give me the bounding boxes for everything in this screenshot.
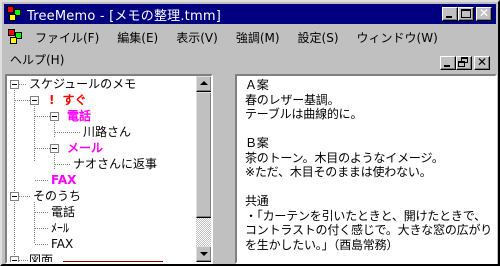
mdi-close-button[interactable]: ✕ (474, 55, 490, 70)
window-title: TreeMemo - [メモの整理.tmm] (27, 8, 221, 24)
tree-node-fax-2[interactable]: FAX (51, 236, 73, 252)
minimize-icon (446, 16, 452, 18)
tree-node-label: すぐ (62, 93, 87, 107)
minimize-button[interactable] (442, 7, 458, 21)
tree-node-someday[interactable]: そのうち (33, 188, 81, 204)
scroll-down-button[interactable] (196, 246, 211, 262)
app-window: TreeMemo - [メモの整理.tmm] ✕ ファイル(F) 編集(E) 表… (0, 0, 500, 266)
menu-row-1: ファイル(F) 編集(E) 表示(V) 強調(M) 設定(S) ウィンドウ(W) (4, 28, 447, 46)
title-bar[interactable]: TreeMemo - [メモの整理.tmm] ✕ (4, 4, 496, 24)
tree-node-schedule-memo[interactable]: スケジュールのメモ (29, 76, 136, 92)
menu-window[interactable]: ウィンドウ(W) (348, 29, 447, 46)
collapse-toggle[interactable] (50, 144, 59, 153)
collapse-toggle[interactable] (10, 192, 19, 201)
mdi-minimize-button[interactable] (440, 56, 456, 70)
tree-node-drawings[interactable]: 図面 (29, 252, 53, 262)
collapse-toggle[interactable] (10, 256, 19, 262)
tree-node-kawaji[interactable]: 川路さん (83, 124, 131, 140)
tree-node-fax[interactable]: FAX (51, 172, 76, 188)
menu-emphasis[interactable]: 強調(M) (227, 29, 289, 46)
close-icon: ✕ (478, 6, 490, 20)
exclamation-icon: ! (49, 93, 55, 107)
maximize-icon (461, 9, 471, 18)
tree-node-mail[interactable]: メール (67, 140, 103, 156)
tree-pane[interactable]: スケジュールのメモ ! すぐ 電話 川路さん メール ナオさんに返事 FAX その… (5, 74, 213, 264)
collapse-toggle[interactable] (30, 96, 39, 105)
mdi-restore-button[interactable] (456, 56, 472, 70)
menu-view[interactable]: 表示(V) (167, 29, 227, 46)
tree-node-mail-2[interactable]: ﾒｰﾙ (51, 220, 69, 236)
pane-splitter[interactable] (213, 74, 235, 264)
collapse-toggle[interactable] (10, 80, 19, 89)
scroll-up-button[interactable] (196, 76, 211, 92)
tree-vertical-scrollbar[interactable] (196, 76, 211, 262)
memo-text[interactable]: Ａ案 春のレザー基調。 テーブルは曲線的に。 Ｂ案 茶のトーン。木目のようなイメ… (245, 78, 495, 252)
selection-indicator (63, 261, 163, 262)
arrow-up-icon (200, 81, 208, 85)
menu-help[interactable]: ヘルプ(H) (4, 51, 73, 68)
maximize-button[interactable] (458, 7, 474, 21)
tree-node-nao-reply[interactable]: ナオさんに返事 (73, 156, 157, 172)
arrow-down-icon (200, 252, 208, 256)
tree-node-urgent[interactable]: ! すぐ (49, 92, 87, 108)
menu-settings[interactable]: 設定(S) (289, 29, 348, 46)
menu-bar: ファイル(F) 編集(E) 表示(V) 強調(M) 設定(S) ウィンドウ(W)… (4, 26, 496, 68)
tree-node-phone[interactable]: 電話 (67, 108, 91, 124)
memo-pane[interactable]: Ａ案 春のレザー基調。 テーブルは曲線的に。 Ｂ案 茶のトーン。木目のようなイメ… (235, 74, 497, 264)
treememo-app-icon[interactable] (7, 6, 23, 22)
minimize-icon (444, 65, 450, 67)
menu-file[interactable]: ファイル(F) (26, 29, 108, 46)
menu-row-2: ヘルプ(H) (4, 50, 73, 68)
collapse-toggle[interactable] (50, 112, 59, 121)
close-icon: ✕ (476, 55, 488, 69)
tree-node-phone-2[interactable]: 電話 (51, 204, 75, 220)
close-button[interactable]: ✕ (476, 6, 492, 21)
scroll-thumb[interactable] (196, 92, 211, 218)
tree-view[interactable]: スケジュールのメモ ! すぐ 電話 川路さん メール ナオさんに返事 FAX その… (7, 76, 195, 262)
document-icon[interactable] (8, 29, 26, 45)
menu-edit[interactable]: 編集(E) (108, 29, 167, 46)
